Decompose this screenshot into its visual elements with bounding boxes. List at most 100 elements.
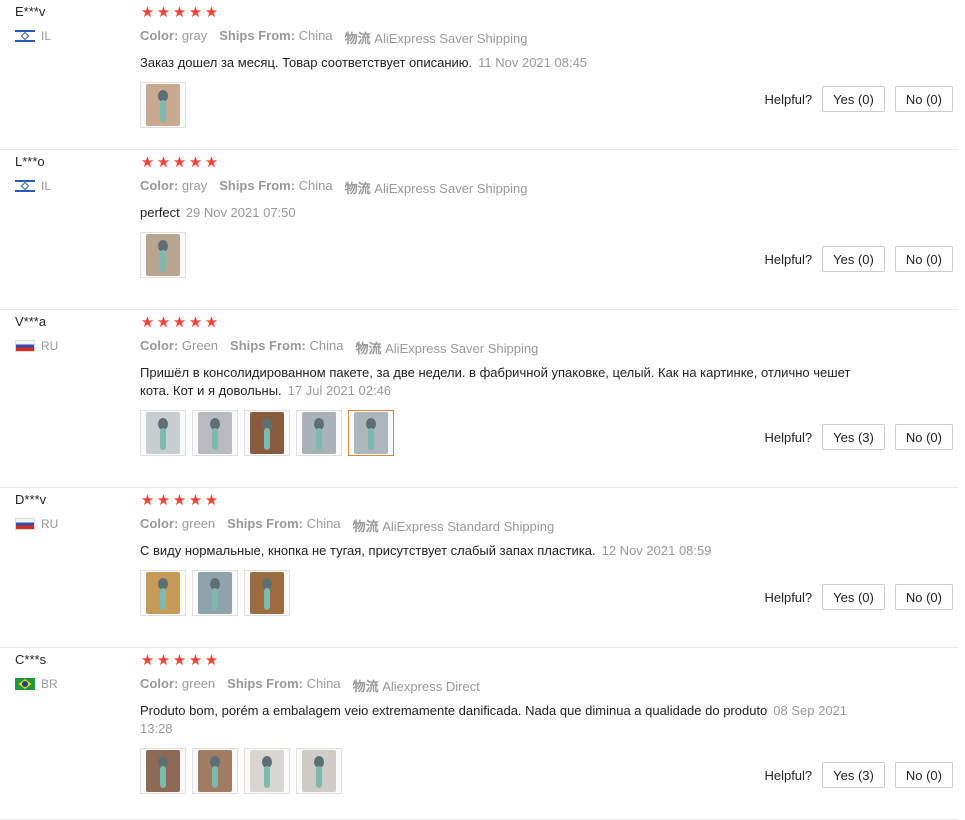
review-text: С виду нормальные, кнопка не тугая, прис… — [140, 542, 855, 560]
review-date: 17 Jul 2021 02:46 — [287, 383, 392, 398]
country-flag-icon — [15, 30, 35, 42]
reviewer-info: C***s BR — [15, 653, 58, 691]
review-images — [140, 82, 860, 128]
product-photo — [146, 234, 180, 276]
review-image-thumbnail[interactable] — [348, 410, 394, 456]
reviewer-country: IL — [15, 179, 51, 193]
review-body: Produto bom, porém a embalagem veio extr… — [140, 703, 768, 718]
star-icon: ★ — [172, 652, 187, 669]
attr-color-value: green — [181, 516, 216, 531]
helpful-no-button[interactable]: No (0) — [894, 762, 953, 788]
reviewer-name: L***o — [15, 154, 45, 169]
attr-ships-from: Ships From: China — [227, 676, 340, 695]
star-icon: ★ — [204, 652, 219, 669]
attr-shipping: 物流 AliExpress Saver Shipping — [345, 28, 528, 47]
review-item: D***v RU ★ ★ ★ ★ ★ Color: green Ships From: Chin… — [0, 488, 958, 648]
star-icon: ★ — [204, 314, 219, 331]
reviewer-country: BR — [15, 677, 58, 691]
star-rating: ★ ★ ★ ★ ★ — [140, 652, 860, 670]
helpful-votes: Helpful? Yes (3) No (0) — [764, 762, 953, 788]
handle-shape — [264, 766, 270, 788]
country-code: IL — [41, 29, 52, 43]
star-icon: ★ — [188, 652, 203, 669]
review-image-thumbnail[interactable] — [192, 570, 238, 616]
handle-shape — [264, 428, 270, 450]
helpful-yes-button[interactable]: Yes (3) — [822, 762, 885, 788]
star-icon: ★ — [156, 4, 171, 21]
star-icon: ★ — [204, 492, 219, 509]
helpful-no-button[interactable]: No (0) — [894, 246, 953, 272]
helpful-yes-button[interactable]: Yes (0) — [822, 584, 885, 610]
handle-shape — [368, 428, 374, 450]
attr-color-value: gray — [181, 178, 208, 193]
attr-color-value: Green — [181, 338, 219, 353]
review-images — [140, 570, 860, 616]
review-image-thumbnail[interactable] — [140, 748, 186, 794]
review-image-thumbnail[interactable] — [296, 410, 342, 456]
star-icon: ★ — [172, 314, 187, 331]
helpful-yes-button[interactable]: Yes (0) — [822, 86, 885, 112]
attr-ships-from-label: Ships From: — [227, 516, 303, 531]
attr-color: Color: gray — [140, 178, 207, 197]
product-photo — [198, 572, 232, 614]
attr-color: Color: green — [140, 516, 215, 535]
attr-color: Color: gray — [140, 28, 207, 47]
star-icon: ★ — [188, 314, 203, 331]
attr-shipping-value: AliExpress Saver Shipping — [374, 31, 528, 46]
country-flag-icon — [15, 340, 35, 352]
review-image-thumbnail[interactable] — [244, 570, 290, 616]
review-body: Заказ дошел за месяц. Товар соответствуе… — [140, 55, 473, 70]
handle-shape — [212, 766, 218, 788]
star-icon: ★ — [188, 154, 203, 171]
review-image-thumbnail[interactable] — [140, 232, 186, 278]
helpful-label: Helpful? — [764, 767, 813, 783]
product-photo — [146, 412, 180, 454]
review-image-thumbnail[interactable] — [140, 82, 186, 128]
star-rating: ★ ★ ★ ★ ★ — [140, 314, 860, 332]
helpful-yes-button[interactable]: Yes (3) — [822, 424, 885, 450]
review-image-thumbnail[interactable] — [140, 410, 186, 456]
attr-color-label: Color: — [140, 28, 179, 43]
helpful-no-button[interactable]: No (0) — [894, 424, 953, 450]
star-icon: ★ — [204, 4, 219, 21]
product-photo — [302, 750, 336, 792]
attr-color-value: green — [181, 676, 216, 691]
product-photo — [302, 412, 336, 454]
review-content: ★ ★ ★ ★ ★ Color: gray Ships From: China 物流 AliE… — [140, 154, 860, 278]
reviewer-info: L***o IL — [15, 155, 51, 193]
attr-ships-from: Ships From: China — [219, 28, 332, 47]
star-icon: ★ — [172, 154, 187, 171]
helpful-votes: Helpful? Yes (0) No (0) — [764, 86, 953, 112]
review-image-thumbnail[interactable] — [296, 748, 342, 794]
review-image-thumbnail[interactable] — [192, 410, 238, 456]
reviewer-name: C***s — [15, 652, 47, 667]
helpful-no-button[interactable]: No (0) — [894, 86, 953, 112]
country-code: BR — [41, 677, 58, 691]
handle-shape — [160, 250, 166, 272]
attr-shipping-label: 物流 — [352, 519, 379, 534]
product-attributes: Color: gray Ships From: China 物流 AliExpres… — [140, 28, 860, 47]
attr-ships-from-value: China — [306, 676, 341, 691]
helpful-label: Helpful? — [764, 429, 813, 445]
product-attributes: Color: green Ships From: China 物流 AliExpre… — [140, 516, 860, 535]
country-flag-icon — [15, 518, 35, 530]
star-icon: ★ — [172, 4, 187, 21]
helpful-no-button[interactable]: No (0) — [894, 584, 953, 610]
handle-shape — [212, 428, 218, 450]
review-image-thumbnail[interactable] — [140, 570, 186, 616]
reviewer-info: D***v RU — [15, 493, 58, 531]
review-text: Produto bom, porém a embalagem veio extr… — [140, 702, 855, 738]
helpful-yes-button[interactable]: Yes (0) — [822, 246, 885, 272]
attr-ships-from-value: China — [309, 338, 344, 353]
review-image-thumbnail[interactable] — [244, 748, 290, 794]
attr-shipping-value: AliExpress Standard Shipping — [382, 519, 555, 534]
review-image-thumbnail[interactable] — [192, 748, 238, 794]
attr-ships-from-value: China — [298, 178, 333, 193]
attr-shipping: 物流 AliExpress Standard Shipping — [353, 516, 555, 535]
review-image-thumbnail[interactable] — [244, 410, 290, 456]
star-rating: ★ ★ ★ ★ ★ — [140, 4, 860, 22]
star-icon: ★ — [156, 314, 171, 331]
attr-shipping: 物流 AliExpress Saver Shipping — [355, 338, 538, 357]
review-item: L***o IL ★ ★ ★ ★ ★ Color: gray Ships From: China… — [0, 150, 958, 310]
attr-shipping: 物流 AliExpress Saver Shipping — [345, 178, 528, 197]
